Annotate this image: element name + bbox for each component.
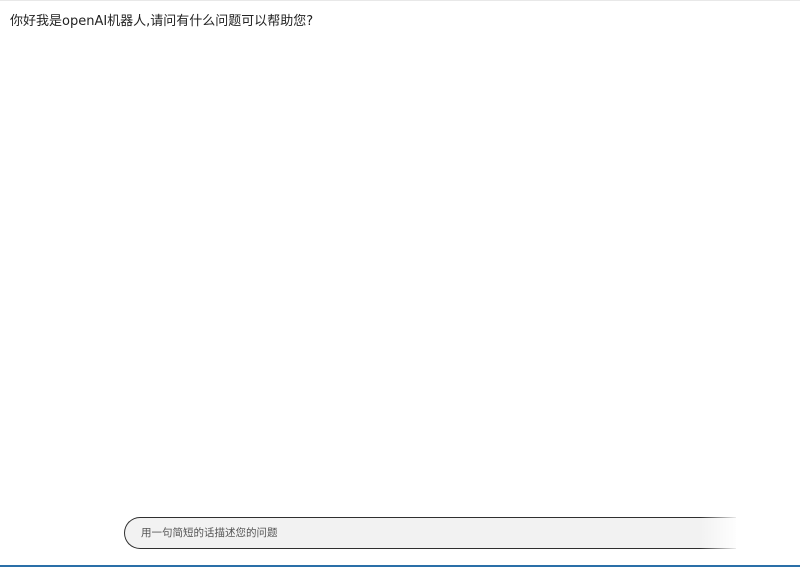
chat-app: 你好我是openAI机器人,请问有什么问题可以帮助您? — [0, 0, 800, 567]
question-input[interactable] — [125, 518, 736, 548]
question-input-bar[interactable] — [124, 517, 736, 549]
bot-greeting-message: 你好我是openAI机器人,请问有什么问题可以帮助您? — [10, 14, 314, 29]
chat-message-area: 你好我是openAI机器人,请问有什么问题可以帮助您? — [0, 0, 800, 505]
